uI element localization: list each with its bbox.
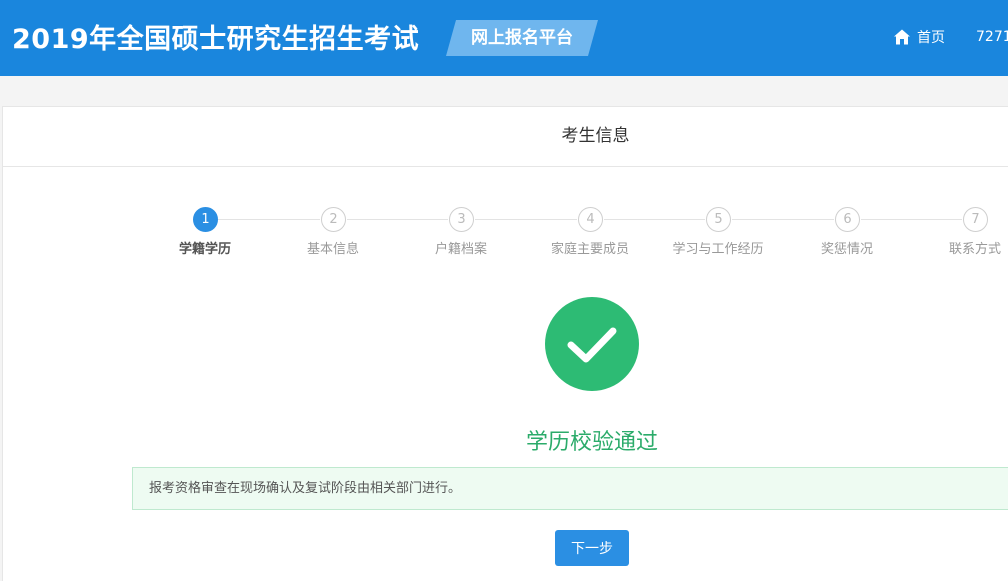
step-connector [218, 219, 320, 220]
step-6-label: 奖惩情况 [820, 242, 873, 257]
step-connector [732, 219, 834, 220]
step-3-label: 户籍档案 [434, 242, 487, 257]
qualification-notice: 报考资格审查在现场确认及复试阶段由相关部门进行。 [132, 467, 1008, 510]
step-connector [861, 219, 962, 220]
step-connector [475, 219, 577, 220]
step-5-label: 学习与工作经历 [672, 242, 764, 257]
step-connector [347, 219, 448, 220]
step-7-label: 联系方式 [948, 242, 1001, 257]
step-progress: 1 2 3 4 5 6 7 学籍学历 基本信息 户籍档案 家庭主要成员 学习与工… [0, 0, 1008, 257]
step-2-circle: 2 [321, 207, 346, 232]
step-2-label: 基本信息 [306, 242, 359, 257]
step-4-circle: 4 [578, 207, 603, 232]
step-3-circle: 3 [449, 207, 474, 232]
step-5-circle: 5 [706, 207, 731, 232]
success-badge [545, 297, 639, 391]
check-icon [567, 327, 617, 363]
verification-result: 学历校验通过 [525, 430, 658, 455]
step-6-circle: 6 [835, 207, 860, 232]
step-connector [604, 219, 705, 220]
step-7-circle: 7 [963, 207, 988, 232]
step-4-label: 家庭主要成员 [550, 242, 629, 257]
step-1-label: 学籍学历 [178, 242, 231, 257]
next-step-button[interactable]: 下一步 [555, 530, 629, 566]
step-1-circle: 1 [193, 207, 218, 232]
